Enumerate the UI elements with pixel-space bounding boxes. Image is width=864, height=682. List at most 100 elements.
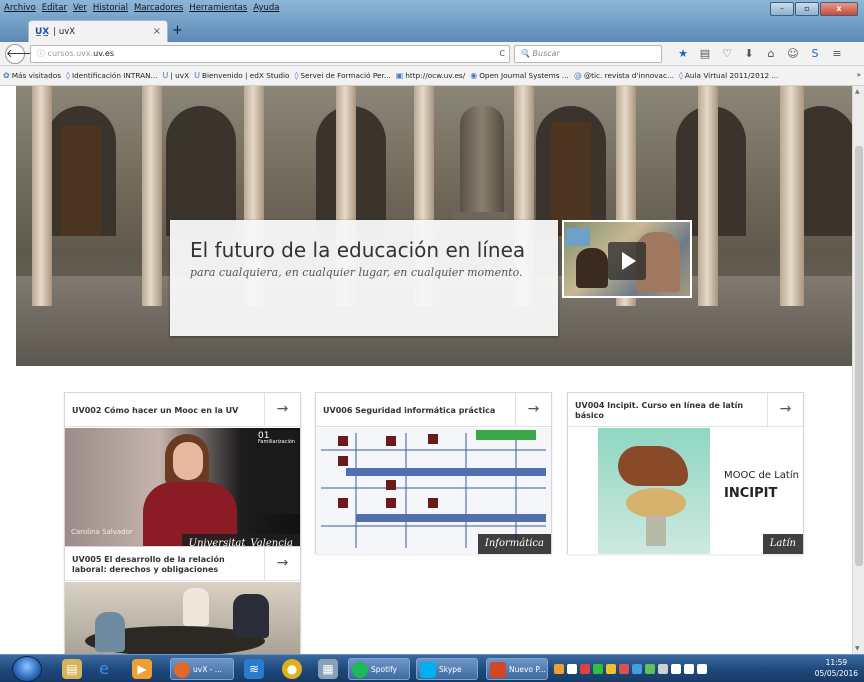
- tab-label: | uvX: [53, 26, 76, 37]
- course-title[interactable]: UV005 El desarrollo de la relación labor…: [72, 552, 252, 578]
- bookmark-servei-formacio[interactable]: ◊ Servei de Formació Per...: [294, 71, 390, 80]
- close-window-button[interactable]: x: [820, 2, 858, 16]
- course-title[interactable]: UV004 Incipit. Curso en línea de latín b…: [575, 398, 755, 424]
- uvx-icon: U: [194, 71, 200, 80]
- menu-herramientas[interactable]: Herramientas: [189, 3, 247, 13]
- hero-subtitle: para cualquiera, en cualquier lugar, en …: [190, 266, 523, 279]
- taskbar-skype[interactable]: Skype: [416, 658, 478, 680]
- tray-icon[interactable]: [567, 664, 577, 674]
- system-clock[interactable]: 11:59 05/05/2016: [815, 657, 858, 679]
- bookmark-atic[interactable]: @ @tic. revista d'innovac...: [574, 71, 674, 80]
- explorer-icon[interactable]: ▤: [62, 659, 82, 679]
- maximize-button[interactable]: ▫: [795, 2, 819, 16]
- scrollbar-thumb[interactable]: [855, 146, 863, 566]
- tray-icon[interactable]: [619, 664, 629, 674]
- taskbar-firefox[interactable]: uvX - ...: [170, 658, 234, 680]
- bookmark-edx-studio[interactable]: U Bienvenido | edX Studio: [194, 71, 289, 80]
- course-tag: Informática: [477, 534, 551, 554]
- bookmark-ojs[interactable]: ◉ Open Journal Systems ...: [470, 71, 569, 80]
- toolbar-icons: ★ ▤ ♡ ⬇ ⌂ ☺ S ≡: [674, 45, 846, 63]
- menu-ayuda[interactable]: Ayuda: [253, 3, 279, 13]
- play-icon[interactable]: [608, 242, 646, 280]
- menu-editar[interactable]: Editar: [42, 3, 67, 13]
- taskbar-powerpoint[interactable]: Nuevo P...: [486, 658, 548, 680]
- info-icon[interactable]: ⓘ: [37, 49, 45, 58]
- tray-icon[interactable]: [593, 664, 603, 674]
- arrow-right-icon[interactable]: →: [264, 547, 300, 581]
- start-button[interactable]: [12, 656, 42, 682]
- hero-column: [32, 86, 52, 306]
- arrow-right-icon[interactable]: →: [515, 393, 551, 427]
- chat-icon[interactable]: ☺: [784, 45, 802, 63]
- course-image[interactable]: Informática: [316, 428, 551, 554]
- arrow-right-icon[interactable]: →: [767, 393, 803, 427]
- course-card-uv005[interactable]: UV005 El desarrollo de la relación labor…: [64, 546, 301, 654]
- tray-icon[interactable]: [658, 664, 668, 674]
- course-image[interactable]: MOOC de Latín INCIPIT Latín: [568, 428, 803, 554]
- course-card-uv002[interactable]: UV002 Cómo hacer un Mooc en la UV → 01 F…: [64, 392, 301, 554]
- menu-icon[interactable]: ≡: [828, 45, 846, 63]
- page-scrollbar[interactable]: ▲ ▼: [852, 86, 864, 654]
- calculator-icon[interactable]: ▦: [318, 659, 338, 679]
- menu-historial[interactable]: Historial: [93, 3, 128, 13]
- course-image[interactable]: [65, 582, 300, 654]
- back-button[interactable]: 🡐: [5, 44, 36, 64]
- course-card-header: UV006 Seguridad informática práctica →: [316, 393, 551, 427]
- course-title[interactable]: UV002 Cómo hacer un Mooc en la UV: [72, 398, 252, 424]
- course-image[interactable]: 01 Familiarización Carolina Salvador Uni…: [65, 428, 300, 554]
- bookmark-mas-visitados[interactable]: ✿ Más visitados: [3, 71, 61, 80]
- tray-icon[interactable]: [580, 664, 590, 674]
- scroll-up-icon[interactable]: ▲: [855, 88, 860, 95]
- new-tab-button[interactable]: +: [172, 23, 183, 38]
- tray-icon[interactable]: [632, 664, 642, 674]
- menu-marcadores[interactable]: Marcadores: [134, 3, 183, 13]
- download-icon[interactable]: ⬇: [740, 45, 758, 63]
- menu-ver[interactable]: Ver: [73, 3, 87, 13]
- arrow-right-icon[interactable]: →: [264, 393, 300, 427]
- title-bar: Archivo Editar Ver Historial Marcadores …: [0, 0, 864, 42]
- volume-icon[interactable]: [684, 664, 694, 674]
- presenter-face: [173, 442, 203, 480]
- ie-icon[interactable]: e: [94, 659, 114, 679]
- menu-archivo[interactable]: Archivo: [4, 3, 36, 13]
- network-icon[interactable]: [671, 664, 681, 674]
- hero-video-thumbnail[interactable]: [562, 220, 692, 298]
- browser-window: Archivo Editar Ver Historial Marcadores …: [0, 0, 864, 682]
- reload-icon[interactable]: C: [499, 46, 505, 62]
- app-icon[interactable]: ≋: [244, 659, 264, 679]
- firefox-icon: [174, 662, 190, 678]
- folder-icon: ✿: [3, 71, 10, 80]
- url-bar[interactable]: ⓘ cursos.uvx.uv.es C: [30, 45, 510, 63]
- pocket-icon[interactable]: ♡: [718, 45, 736, 63]
- chrome-icon[interactable]: ●: [282, 659, 302, 679]
- course-card-uv006[interactable]: UV006 Seguridad informática práctica → I…: [315, 392, 552, 554]
- url-prefix: cursos.uvx.: [47, 49, 94, 58]
- minimize-button[interactable]: –: [770, 2, 794, 16]
- bookmark-star-icon[interactable]: ★: [674, 45, 692, 63]
- uvx-icon: U: [162, 71, 169, 80]
- meeting-person: [95, 612, 125, 652]
- reading-list-icon[interactable]: ▤: [696, 45, 714, 63]
- course-card-uv004[interactable]: UV004 Incipit. Curso en línea de latín b…: [567, 392, 804, 554]
- skype-icon[interactable]: S: [806, 45, 824, 63]
- taskbar-spotify[interactable]: Spotify: [348, 658, 410, 680]
- bookmark-ocw[interactable]: ▣ http://ocw.uv.es/: [396, 71, 465, 80]
- tab-uvx[interactable]: U̲X̲ | uvX ×: [28, 20, 168, 42]
- hero-column: [698, 86, 718, 306]
- tray-icon[interactable]: [645, 664, 655, 674]
- course-card-header: UV002 Cómo hacer un Mooc en la UV →: [65, 393, 300, 427]
- search-box[interactable]: 🔍 Buscar: [514, 45, 662, 63]
- tray-icon[interactable]: [606, 664, 616, 674]
- scroll-down-icon[interactable]: ▼: [855, 645, 860, 652]
- bookmark-uvx[interactable]: U | uvX: [163, 71, 190, 80]
- media-player-icon[interactable]: ▶: [132, 659, 152, 679]
- course-title[interactable]: UV006 Seguridad informática práctica: [323, 398, 503, 424]
- more-bookmarks-icon[interactable]: »: [857, 70, 861, 79]
- flag-icon[interactable]: [697, 664, 707, 674]
- bookmark-aula-virtual[interactable]: ◊ Aula Virtual 2011/2012 ...: [679, 71, 778, 80]
- home-icon[interactable]: ⌂: [762, 45, 780, 63]
- skype-taskbar-icon: [420, 662, 436, 678]
- close-tab-icon[interactable]: ×: [153, 26, 161, 37]
- bookmark-intranet[interactable]: ◊ Identificación INTRAN...: [66, 71, 158, 80]
- tray-icon[interactable]: [554, 664, 564, 674]
